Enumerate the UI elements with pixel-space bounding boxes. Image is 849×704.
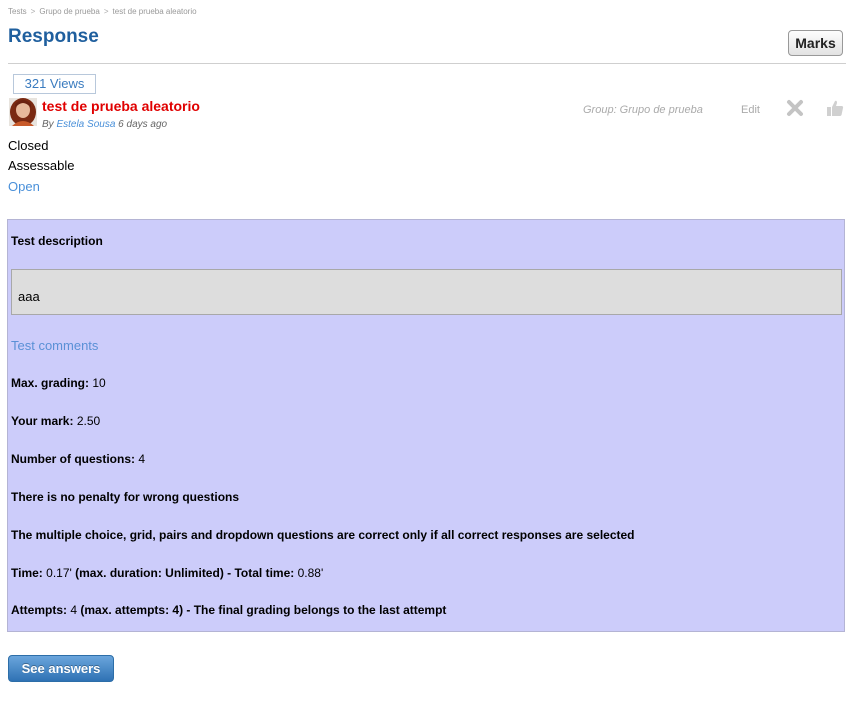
group-label: Group: Grupo de prueba	[583, 104, 703, 116]
description-heading: Test description	[11, 234, 103, 248]
close-x-icon[interactable]	[786, 99, 804, 117]
attempts-value: 4	[70, 603, 78, 617]
thumbs-up-icon[interactable]	[826, 99, 844, 117]
your-mark-value: 2.50	[76, 414, 101, 428]
num-questions-value: 4	[138, 452, 146, 466]
test-title[interactable]: test de prueba aleatorio	[42, 98, 200, 114]
time-label: Time:	[11, 566, 43, 580]
byline-prefix: By	[42, 119, 54, 130]
avatar-image	[9, 98, 37, 126]
title-divider	[8, 63, 846, 64]
views-badge: 321 Views	[13, 74, 96, 94]
multiple-choice-note: The multiple choice, grid, pairs and dro…	[11, 528, 635, 542]
breadcrumb-item-test[interactable]: test de prueba aleatorio	[113, 7, 197, 16]
total-time-value: 0.88'	[297, 566, 324, 580]
test-info-panel: Test description aaa Test comments Max. …	[7, 219, 845, 632]
breadcrumb-item-tests[interactable]: Tests	[8, 7, 27, 16]
test-comments-link[interactable]: Test comments	[11, 338, 98, 353]
time-info: Time: 0.17' (max. duration: Unlimited) -…	[11, 566, 323, 580]
marks-button[interactable]: Marks	[788, 30, 843, 56]
breadcrumb-separator: >	[103, 7, 109, 16]
page-title: Response	[8, 26, 99, 47]
max-grading: Max. grading: 10	[11, 376, 106, 390]
max-grading-label: Max. grading:	[11, 376, 90, 390]
penalty-note: There is no penalty for wrong questions	[11, 490, 240, 504]
num-questions-label: Number of questions:	[11, 452, 136, 466]
author-link[interactable]: Estela Sousa	[56, 119, 115, 130]
attempts-label: Attempts:	[11, 603, 67, 617]
max-grading-value: 10	[92, 376, 106, 390]
number-of-questions: Number of questions: 4	[11, 452, 145, 466]
attempts-rest: (max. attempts: 4) - The final grading b…	[80, 603, 447, 617]
byline: By Estela Sousa 6 days ago	[42, 119, 167, 130]
breadcrumb: Tests > Grupo de prueba > test de prueba ale…	[8, 7, 197, 16]
status-closed: Closed	[8, 138, 49, 153]
max-duration-label: (max. duration: Unlimited) - Total time:	[75, 566, 295, 580]
avatar[interactable]	[9, 98, 37, 126]
open-link[interactable]: Open	[8, 179, 40, 194]
breadcrumb-separator: >	[30, 7, 36, 16]
description-box: aaa	[11, 269, 842, 315]
time-value: 0.17'	[46, 566, 72, 580]
breadcrumb-item-group[interactable]: Grupo de prueba	[39, 7, 100, 16]
your-mark: Your mark: 2.50	[11, 414, 100, 428]
status-assessable: Assessable	[8, 158, 75, 173]
your-mark-label: Your mark:	[11, 414, 74, 428]
attempts-info: Attempts: 4 (max. attempts: 4) - The fin…	[11, 603, 446, 617]
time-ago: 6 days ago	[118, 119, 168, 130]
edit-link[interactable]: Edit	[741, 104, 760, 116]
see-answers-button[interactable]: See answers	[8, 655, 114, 682]
